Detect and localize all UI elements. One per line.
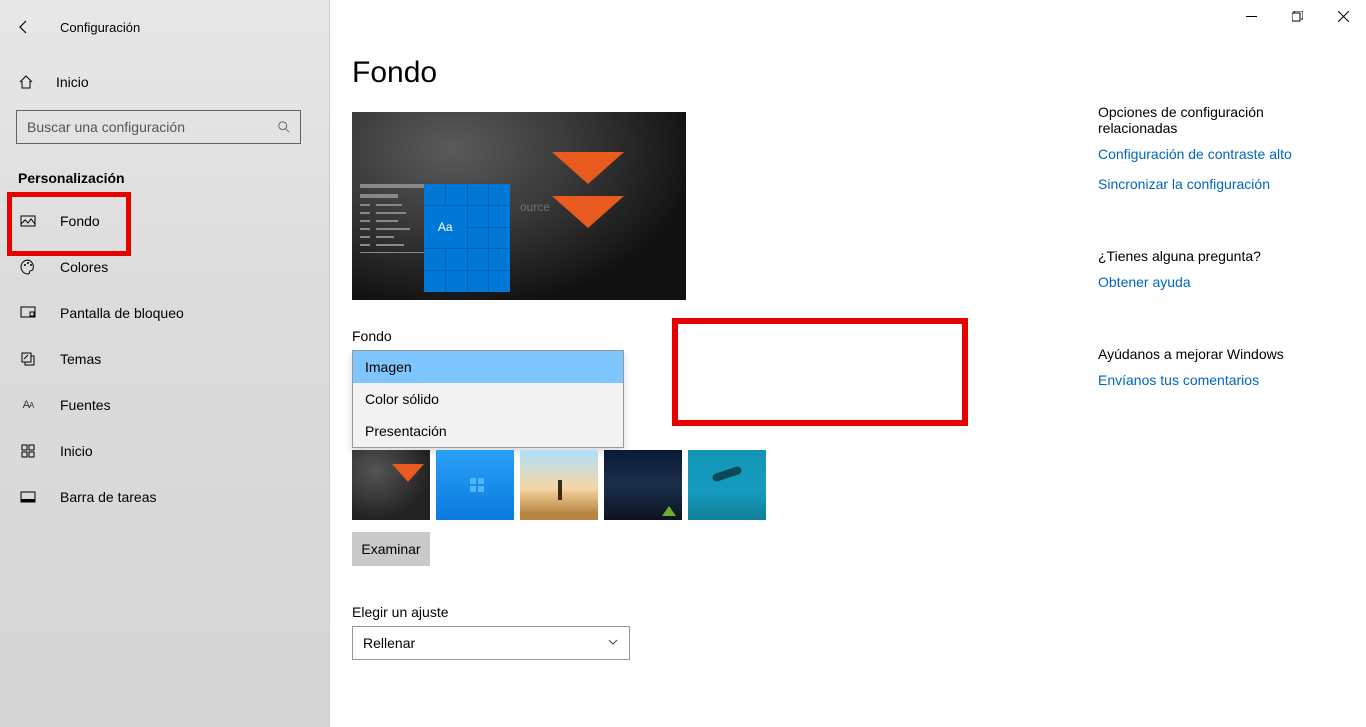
themes-icon (18, 351, 38, 367)
search-box[interactable] (16, 110, 301, 144)
link-sync-settings[interactable]: Sincronizar la configuración (1098, 176, 1328, 192)
dropdown-option-color-solido[interactable]: Color sólido (353, 383, 623, 415)
fit-dropdown[interactable]: Rellenar (352, 626, 630, 660)
window-minimize-button[interactable] (1228, 0, 1274, 32)
sidebar-item-barra-tareas[interactable]: Barra de tareas (0, 474, 329, 520)
sidebar-item-label: Colores (60, 259, 108, 275)
chevron-down-icon (607, 636, 619, 651)
window-close-button[interactable] (1320, 0, 1366, 32)
settings-sidebar: Configuración Inicio Personalización Fon… (0, 0, 330, 727)
rail-question-heading: ¿Tienes alguna pregunta? (1098, 248, 1328, 264)
search-input[interactable] (17, 119, 268, 135)
sidebar-item-label: Fuentes (60, 397, 111, 413)
search-icon (268, 120, 300, 134)
preview-aa-tile: Aa (424, 206, 467, 249)
wallpaper-thumb[interactable] (604, 450, 682, 520)
sidebar-item-inicio[interactable]: Inicio (0, 428, 329, 474)
window-restore-button[interactable] (1274, 0, 1320, 32)
preview-start-mock: Aa (424, 184, 510, 292)
dropdown-option-presentacion[interactable]: Presentación (353, 415, 623, 447)
start-icon (18, 443, 38, 459)
sidebar-item-fondo[interactable]: Fondo (0, 198, 329, 244)
sidebar-item-label: Fondo (60, 213, 100, 229)
sidebar-home[interactable]: Inicio (0, 62, 329, 102)
dropdown-option-imagen[interactable]: Imagen (353, 351, 623, 383)
sidebar-item-temas[interactable]: Temas (0, 336, 329, 382)
browse-button[interactable]: Examinar (352, 532, 430, 566)
wallpaper-thumb[interactable] (352, 450, 430, 520)
sidebar-item-label: Temas (60, 351, 101, 367)
sidebar-item-colores[interactable]: Colores (0, 244, 329, 290)
fit-label: Elegir un ajuste (352, 604, 1030, 620)
main-content: Fondo ource Aa (330, 0, 1366, 727)
app-title: Configuración (60, 20, 140, 35)
sidebar-item-label: Pantalla de bloqueo (60, 305, 184, 321)
preview-taskbar-mock (360, 184, 424, 292)
sidebar-home-label: Inicio (56, 74, 89, 90)
link-feedback[interactable]: Envíanos tus comentarios (1098, 372, 1328, 388)
preview-watermark: ource (520, 200, 550, 214)
sidebar-item-label: Inicio (60, 443, 93, 459)
palette-icon (18, 259, 38, 275)
fonts-icon: AA (18, 399, 38, 411)
wallpaper-thumb[interactable] (436, 450, 514, 520)
wallpaper-thumb[interactable] (520, 450, 598, 520)
sidebar-item-label: Barra de tareas (60, 489, 157, 505)
wallpaper-thumbnails (352, 450, 1030, 520)
background-type-dropdown[interactable]: Imagen Color sólido Presentación (352, 350, 624, 448)
wallpaper-preview: ource Aa (352, 112, 686, 300)
sidebar-item-fuentes[interactable]: AA Fuentes (0, 382, 329, 428)
lockscreen-icon (18, 305, 38, 321)
right-rail: Opciones de configuración relacionadas C… (1098, 104, 1328, 402)
rail-improve-heading: Ayúdanos a mejorar Windows (1098, 346, 1328, 362)
rail-related-heading: Opciones de configuración relacionadas (1098, 104, 1328, 136)
sidebar-item-pantalla-bloqueo[interactable]: Pantalla de bloqueo (0, 290, 329, 336)
wallpaper-thumb[interactable] (688, 450, 766, 520)
sidebar-section-title: Personalización (0, 148, 329, 198)
fit-dropdown-value: Rellenar (363, 635, 415, 651)
link-high-contrast[interactable]: Configuración de contraste alto (1098, 146, 1328, 162)
home-icon (16, 74, 36, 90)
page-heading: Fondo (352, 56, 1030, 90)
picture-icon (18, 213, 38, 229)
preview-logo-icon (552, 152, 632, 252)
link-get-help[interactable]: Obtener ayuda (1098, 274, 1328, 290)
background-type-label: Fondo (352, 328, 1030, 344)
back-button[interactable] (8, 11, 40, 43)
taskbar-icon (18, 489, 38, 505)
